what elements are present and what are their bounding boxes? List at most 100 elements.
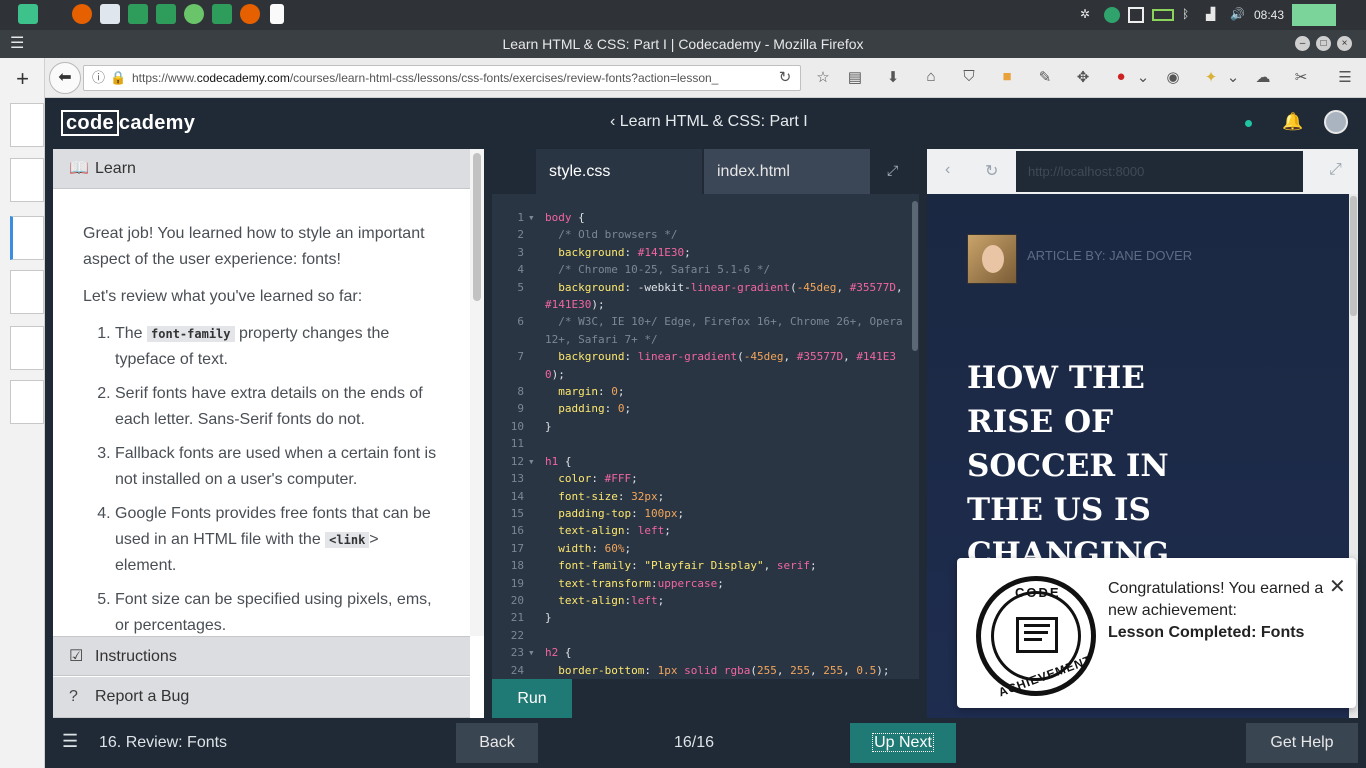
code-line[interactable]: 7 background: linear-gradient(-45deg, #3… — [492, 348, 914, 383]
back-button[interactable]: Back — [456, 723, 538, 763]
bluetooth-icon[interactable]: ᛒ — [1182, 7, 1198, 23]
code-line[interactable]: 17 width: 60%; — [492, 540, 914, 557]
code-line[interactable]: 16 text-align: left; — [492, 522, 914, 539]
mask-icon[interactable]: ☁ — [1253, 68, 1273, 86]
menu-launcher-icon[interactable] — [18, 4, 38, 24]
fold-icon[interactable] — [528, 609, 545, 626]
folder-icon[interactable] — [212, 4, 232, 24]
battery-icon[interactable] — [1151, 9, 1174, 21]
fold-icon[interactable] — [528, 348, 545, 383]
tab-style-css[interactable]: style.css — [536, 149, 702, 194]
close-window-button[interactable]: × — [1337, 36, 1352, 51]
bell-icon[interactable]: 🔔 — [1282, 112, 1303, 132]
report-bug-tab[interactable]: ? Report a Bug — [53, 677, 470, 718]
reload-icon[interactable]: ↻ — [775, 68, 795, 86]
fold-icon[interactable] — [528, 505, 545, 522]
fold-icon[interactable] — [528, 226, 545, 243]
learn-scrollbar[interactable] — [470, 149, 484, 636]
fold-icon[interactable] — [528, 435, 545, 452]
chrome-icon[interactable] — [184, 4, 204, 24]
url-bar[interactable]: ⓘ 🔒 https://www.codecademy.com/courses/l… — [83, 65, 801, 91]
codecademy-logo[interactable]: code cademy — [61, 110, 195, 136]
tab-thumbnail-github[interactable] — [10, 158, 44, 202]
info-icon[interactable]: ⓘ — [92, 66, 105, 90]
code-line[interactable]: 9 padding: 0; — [492, 400, 914, 417]
pocket-icon[interactable]: ⛉ — [959, 68, 979, 85]
get-help-button[interactable]: Get Help — [1246, 723, 1358, 763]
fold-icon[interactable] — [528, 244, 545, 261]
volume-icon[interactable]: 🔊 — [1230, 7, 1246, 23]
reader-list-icon[interactable]: ▤ — [845, 68, 865, 86]
run-button[interactable]: Run — [492, 679, 572, 718]
window-menu-icon[interactable]: ☰ — [10, 30, 24, 58]
course-title[interactable]: ‹ Learn HTML & CSS: Part I — [610, 113, 808, 131]
preview-url[interactable]: http://localhost:8000 — [1016, 151, 1303, 192]
fold-icon[interactable] — [528, 522, 545, 539]
code-line[interactable]: 6 /* W3C, IE 10+/ Edge, Firefox 16+, Chr… — [492, 313, 914, 348]
code-area[interactable]: 1 ▾ body {2 /* Old browsers */3 background… — [492, 209, 914, 679]
extension-bug-icon[interactable]: ✦ — [1201, 68, 1221, 86]
up-next-button[interactable]: Up Next — [850, 723, 956, 763]
window-app-icon[interactable] — [100, 4, 120, 24]
folder-icon[interactable] — [128, 4, 148, 24]
code-line[interactable]: 12 ▾ h1 { — [492, 453, 914, 470]
fold-icon[interactable] — [528, 418, 545, 435]
maximize-button[interactable]: □ — [1316, 36, 1331, 51]
lesson-name[interactable]: 16. Review: Fonts — [99, 734, 227, 752]
code-line[interactable]: 3 background: #141E30; — [492, 244, 914, 261]
fold-icon[interactable]: ▾ — [528, 644, 545, 661]
bookmark-star-icon[interactable]: ☆ — [813, 68, 833, 86]
scrollbar-thumb[interactable] — [1350, 196, 1357, 316]
scrollbar-thumb[interactable] — [473, 153, 481, 301]
extension-icon[interactable]: ■ — [997, 68, 1017, 85]
code-line[interactable]: 1 ▾ body { — [492, 209, 914, 226]
code-line[interactable]: 5 background: -webkit-linear-gradient(-4… — [492, 279, 914, 314]
signal-icon[interactable]: ▟ — [1206, 7, 1222, 23]
fold-icon[interactable] — [528, 575, 545, 592]
instructions-tab[interactable]: ☑ Instructions — [53, 636, 470, 676]
code-line[interactable]: 11 — [492, 435, 914, 452]
code-line[interactable]: 10} — [492, 418, 914, 435]
window-icon[interactable] — [1127, 7, 1144, 23]
fold-icon[interactable] — [528, 662, 545, 679]
code-line[interactable]: 13 color: #FFF; — [492, 470, 914, 487]
tab-thumbnail-trello[interactable] — [10, 103, 44, 147]
screenshot-icon[interactable]: ✂ — [1291, 68, 1311, 86]
home-icon[interactable]: ⌂ — [921, 68, 941, 85]
new-tab-button[interactable]: + — [0, 66, 45, 92]
code-line[interactable]: 19 text-transform:uppercase; — [492, 575, 914, 592]
code-line[interactable]: 24 border-bottom: 1px solid rgba(255, 25… — [492, 662, 914, 679]
fold-icon[interactable] — [528, 279, 545, 314]
adblock-icon[interactable]: ● — [1111, 68, 1131, 85]
arrows-icon[interactable]: ✥ — [1073, 68, 1093, 86]
expand-icon[interactable]: ⤢ — [1329, 161, 1342, 179]
download-icon[interactable]: ⬇ — [883, 68, 903, 86]
refresh-icon[interactable]: ↻ — [985, 161, 998, 181]
tab-index-html[interactable]: index.html — [704, 149, 870, 194]
fold-icon[interactable] — [528, 383, 545, 400]
firefox-icon[interactable] — [72, 4, 92, 24]
menu-icon[interactable]: ☰ — [62, 731, 78, 752]
fold-icon[interactable] — [528, 400, 545, 417]
editor-scrollbar[interactable] — [912, 201, 918, 351]
chevron-down-icon[interactable]: ⌄ — [1223, 68, 1243, 86]
tab-thumbnail-dropbox[interactable] — [10, 270, 44, 314]
browser-back-button[interactable]: ⬅ — [49, 62, 81, 94]
code-line[interactable]: 14 font-size: 32px; — [492, 488, 914, 505]
code-line[interactable]: 22 — [492, 627, 914, 644]
tab-thumbnail-codecademy[interactable] — [10, 216, 44, 260]
fold-icon[interactable] — [528, 313, 545, 348]
fold-icon[interactable] — [528, 540, 545, 557]
hamburger-menu-icon[interactable]: ☰ — [1335, 68, 1355, 86]
learn-tab[interactable]: 📖 Learn — [53, 149, 470, 189]
close-icon[interactable]: ✕ — [1329, 574, 1346, 599]
code-line[interactable]: 4 /* Chrome 10-25, Safari 5.1-6 */ — [492, 261, 914, 278]
firefox-icon[interactable] — [240, 4, 260, 24]
code-line[interactable]: 15 padding-top: 100px; — [492, 505, 914, 522]
fold-icon[interactable] — [528, 488, 545, 505]
fold-icon[interactable]: ▾ — [528, 209, 545, 226]
clock[interactable]: 08:43 — [1254, 8, 1284, 22]
pen-icon[interactable]: ✎ — [1035, 68, 1055, 86]
chevron-down-icon[interactable]: ⌄ — [1133, 68, 1153, 86]
fold-icon[interactable] — [528, 557, 545, 574]
